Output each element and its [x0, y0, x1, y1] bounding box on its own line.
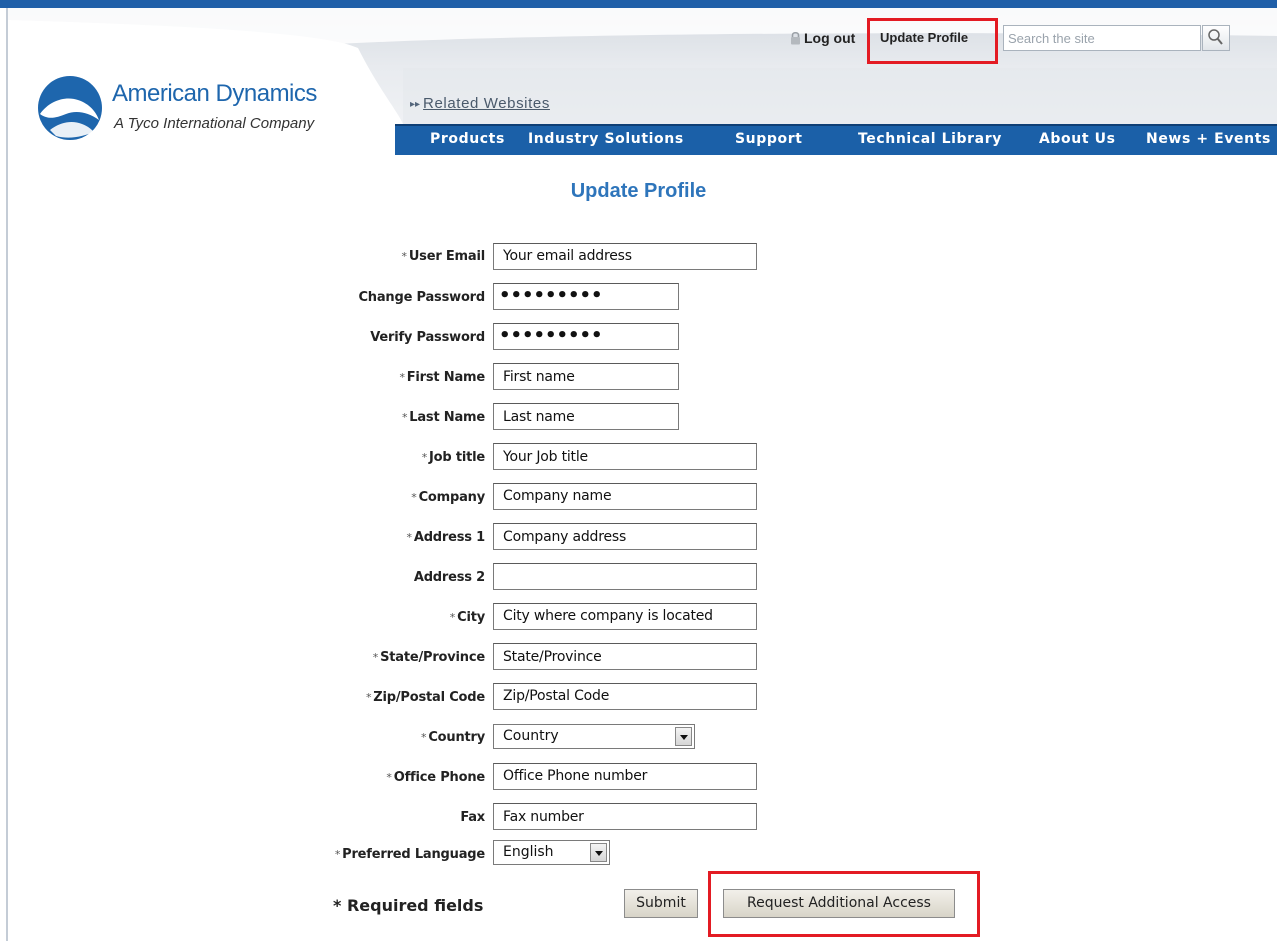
nav-products[interactable]: Products	[430, 131, 505, 147]
label-country: * Country	[421, 730, 485, 745]
globe-logo-icon	[38, 76, 102, 140]
brand-tagline: A Tyco International Company	[114, 115, 315, 132]
label-user-email: * User Email	[401, 249, 486, 264]
required-fields-note: * Required fields	[333, 896, 484, 915]
job-title-field[interactable]: Your Job title	[493, 443, 757, 470]
label-preferred-language: * Preferred Language	[334, 847, 485, 862]
zip-postal-code-field[interactable]: Zip/Postal Code	[493, 683, 757, 710]
nav-news-events[interactable]: News + Events	[1146, 131, 1271, 147]
double-chevron-right-icon: ▸▸	[410, 99, 421, 110]
label-job-title: * Job title	[421, 450, 485, 465]
nav-industry-solutions[interactable]: Industry Solutions	[528, 131, 684, 147]
brand-logo[interactable]: American Dynamics A Tyco International C…	[36, 70, 396, 150]
fax-field[interactable]: Fax number	[493, 803, 757, 830]
top-accent-line	[0, 0, 1277, 8]
preferred-language-value: English	[503, 844, 554, 860]
page-title: Update Profile	[570, 180, 707, 202]
related-websites-link[interactable]: ▸▸ Related Websites	[410, 95, 550, 112]
annotation-highlight-update-profile	[867, 18, 998, 64]
lock-icon	[791, 31, 800, 45]
label-fax: Fax	[460, 810, 485, 825]
address-1-field[interactable]: Company address	[493, 523, 757, 550]
brand-name: American Dynamics	[112, 80, 317, 107]
logout-label: Log out	[804, 30, 856, 46]
first-name-field[interactable]: First name	[493, 363, 679, 390]
required-star: *	[401, 250, 408, 263]
verify-password-field[interactable]: •••••••••	[493, 323, 679, 350]
label-last-name: * Last Name	[401, 410, 485, 425]
label-verify-password: Verify Password	[370, 330, 485, 345]
label-state-province: * State/Province	[372, 650, 485, 665]
user-email-field[interactable]: Your email address	[493, 243, 757, 270]
country-select-value: Country	[503, 728, 559, 744]
nav-about-us[interactable]: About Us	[1039, 131, 1116, 147]
dropdown-arrow-icon	[675, 727, 692, 746]
label-change-password: Change Password	[358, 290, 485, 305]
label-address-1: * Address 1	[406, 530, 486, 545]
nav-technical-library[interactable]: Technical Library	[858, 131, 1002, 147]
change-password-field[interactable]: •••••••••	[493, 283, 679, 310]
search-input[interactable]	[1003, 25, 1201, 51]
search-button[interactable]	[1202, 25, 1230, 51]
country-select[interactable]: Country	[493, 724, 695, 749]
search-icon	[1208, 29, 1223, 45]
nav-support[interactable]: Support	[735, 131, 803, 147]
preferred-language-select[interactable]: English	[493, 840, 610, 865]
submit-button[interactable]: Submit	[624, 889, 698, 918]
logout-link[interactable]: Log out	[790, 30, 855, 46]
label-company: * Company	[411, 490, 485, 505]
site-search	[1003, 25, 1231, 51]
label-zip-postal-code: * Zip/Postal Code	[365, 690, 485, 705]
annotation-highlight-request-access	[708, 871, 980, 937]
label-address-2: Address 2	[413, 570, 485, 585]
label-city: * City	[449, 610, 485, 625]
city-field[interactable]: City where company is located	[493, 603, 757, 630]
label-first-name: * First Name	[399, 370, 485, 385]
label-office-phone: * Office Phone	[386, 770, 485, 785]
address-2-field[interactable]	[493, 563, 757, 590]
office-phone-field[interactable]: Office Phone number	[493, 763, 757, 790]
dropdown-arrow-icon	[590, 843, 607, 862]
last-name-field[interactable]: Last name	[493, 403, 679, 430]
main-nav: Products Industry Solutions Support Tech…	[395, 124, 1277, 155]
company-field[interactable]: Company name	[493, 483, 757, 510]
related-websites-label: Related Websites	[423, 95, 550, 112]
state-province-field[interactable]: State/Province	[493, 643, 757, 670]
